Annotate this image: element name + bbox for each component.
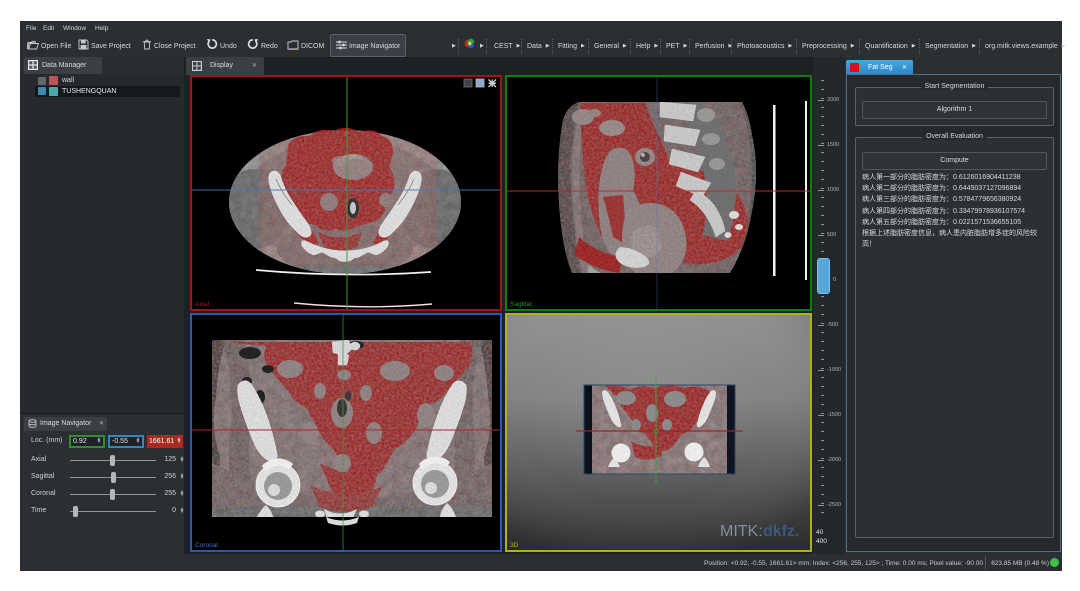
svg-text:dkfz.: dkfz. (763, 523, 799, 540)
svg-text:MITK:: MITK: (720, 523, 763, 540)
